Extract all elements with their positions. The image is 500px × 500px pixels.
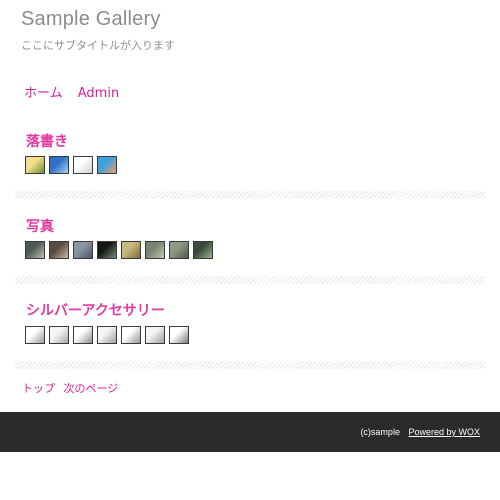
section-title-rakugaki[interactable]: 落書き <box>26 131 68 151</box>
site-title: Sample Gallery <box>21 8 161 30</box>
gallery-thumbnail[interactable] <box>145 326 165 344</box>
nav-home-link[interactable]: ホーム <box>24 86 63 101</box>
gallery-thumbnail[interactable] <box>25 241 45 259</box>
gallery-thumbnail[interactable] <box>73 326 93 344</box>
gallery-thumbnail[interactable] <box>169 241 189 259</box>
thumbnail-list-silver-accessory <box>25 326 193 344</box>
gallery-thumbnail[interactable] <box>49 326 69 344</box>
pager: トップ 次のページ <box>22 380 123 396</box>
section-title-silver-accessory[interactable]: シルバーアクセサリー <box>26 300 165 320</box>
section-divider <box>15 191 485 199</box>
section-title-photo[interactable]: 写真 <box>26 216 54 236</box>
gallery-thumbnail[interactable] <box>73 241 93 259</box>
footer-text: (c)sample Powered by WOX <box>360 427 480 437</box>
gallery-thumbnail[interactable] <box>25 326 45 344</box>
main-nav: ホーム Admin <box>24 82 130 101</box>
pager-top-link[interactable]: トップ <box>22 382 55 395</box>
section-divider <box>15 361 485 369</box>
gallery-thumbnail[interactable] <box>145 241 165 259</box>
gallery-thumbnail[interactable] <box>193 241 213 259</box>
gallery-thumbnail[interactable] <box>169 326 189 344</box>
pager-next-link[interactable]: 次のページ <box>64 382 119 395</box>
thumbnail-list-photo <box>25 241 217 259</box>
gallery-thumbnail[interactable] <box>121 241 141 259</box>
copyright-text: (c)sample <box>360 427 400 437</box>
thumbnail-list-rakugaki <box>25 156 121 174</box>
gallery-thumbnail[interactable] <box>97 156 117 174</box>
powered-by-link[interactable]: Powered by WOX <box>408 427 480 437</box>
site-subtitle: ここにサブタイトルが入ります <box>21 39 175 52</box>
gallery-thumbnail[interactable] <box>73 156 93 174</box>
gallery-thumbnail[interactable] <box>97 326 117 344</box>
gallery-thumbnail[interactable] <box>49 156 69 174</box>
nav-admin-link[interactable]: Admin <box>78 86 119 101</box>
gallery-thumbnail[interactable] <box>49 241 69 259</box>
gallery-thumbnail[interactable] <box>97 241 117 259</box>
gallery-thumbnail[interactable] <box>25 156 45 174</box>
gallery-thumbnail[interactable] <box>121 326 141 344</box>
section-divider <box>15 276 485 284</box>
footer: (c)sample Powered by WOX <box>0 412 500 452</box>
